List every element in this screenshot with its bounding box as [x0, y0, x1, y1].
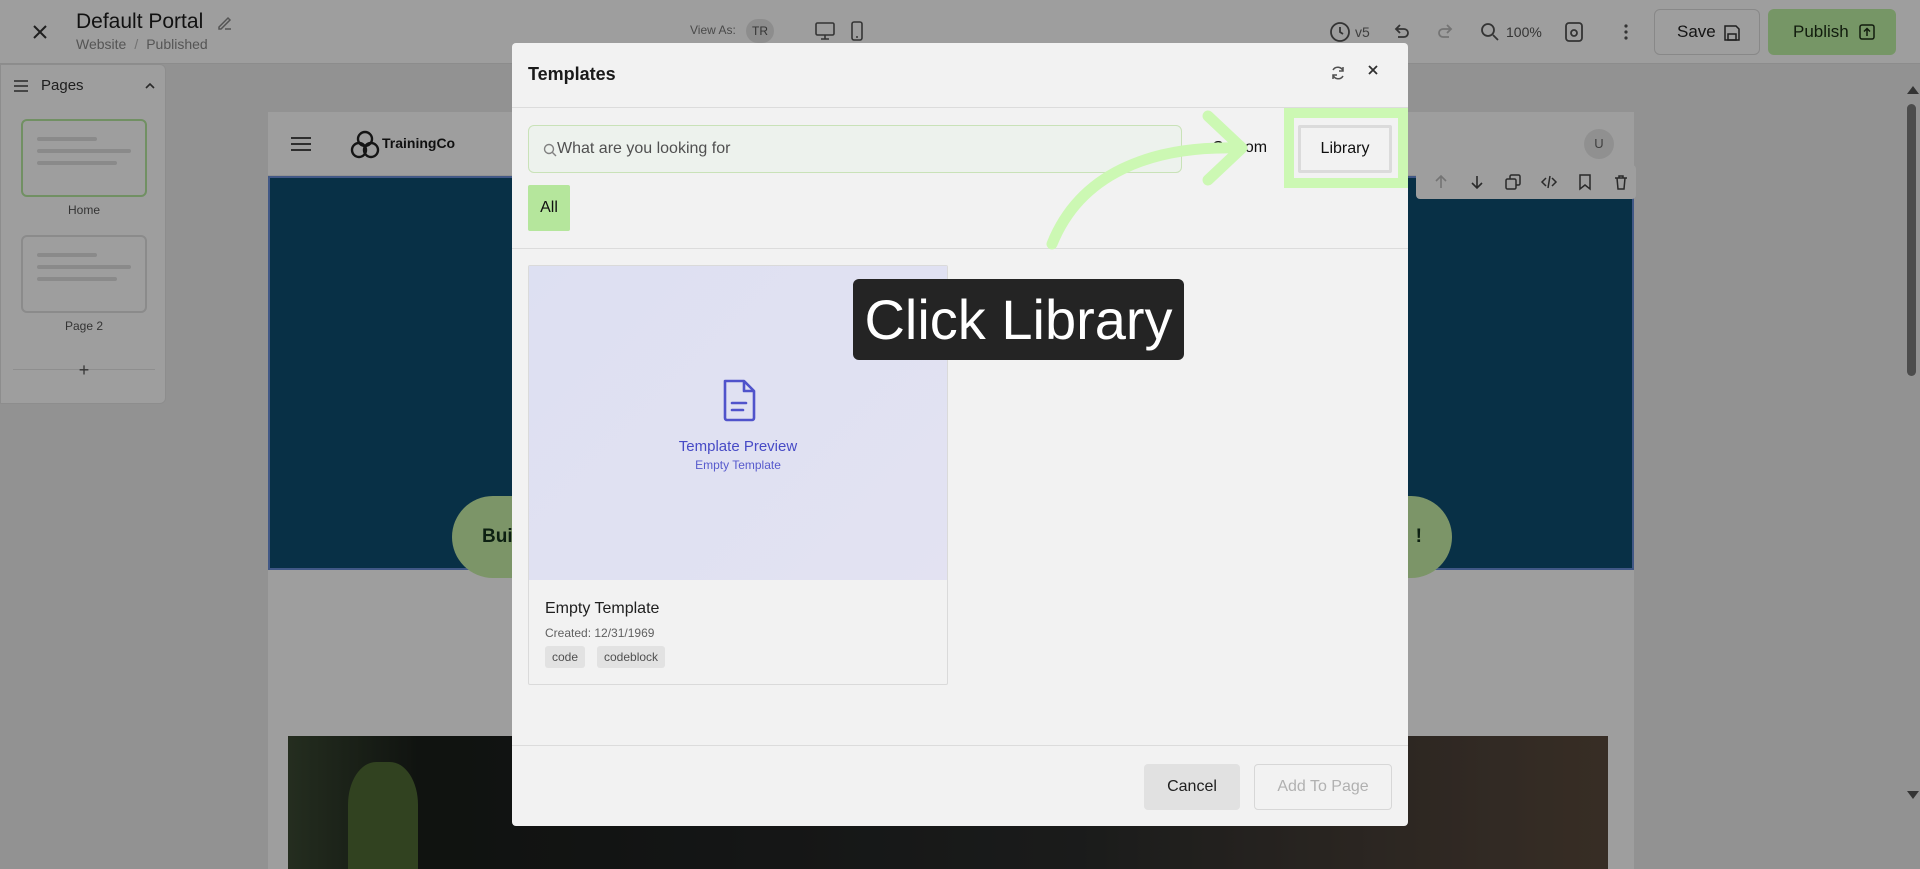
template-preview-title: Template Preview	[678, 438, 798, 455]
filter-divider	[512, 248, 1408, 249]
template-name: Empty Template	[545, 600, 660, 617]
templates-modal: Templates Custom Library All Template Pr…	[512, 43, 1408, 826]
refresh-icon[interactable]	[1330, 65, 1346, 81]
template-tag: code	[545, 646, 586, 668]
modal-close-button[interactable]	[1364, 63, 1382, 81]
modal-title: Templates	[528, 64, 616, 84]
close-icon	[1368, 65, 1378, 75]
document-icon	[723, 379, 756, 422]
cancel-button[interactable]: Cancel	[1144, 764, 1240, 810]
template-preview-subtitle: Empty Template	[695, 458, 781, 472]
guide-tooltip: Click Library	[853, 279, 1184, 360]
template-created-date: Created: 12/31/1969	[545, 626, 655, 640]
library-highlight	[1284, 108, 1408, 188]
add-to-page-button[interactable]: Add To Page	[1254, 764, 1392, 810]
template-tag: codeblock	[597, 646, 666, 668]
modal-header-divider	[512, 107, 1408, 108]
filter-all[interactable]: All	[528, 185, 570, 231]
modal-footer-divider	[512, 745, 1408, 746]
curved-arrow-icon	[1046, 110, 1248, 250]
